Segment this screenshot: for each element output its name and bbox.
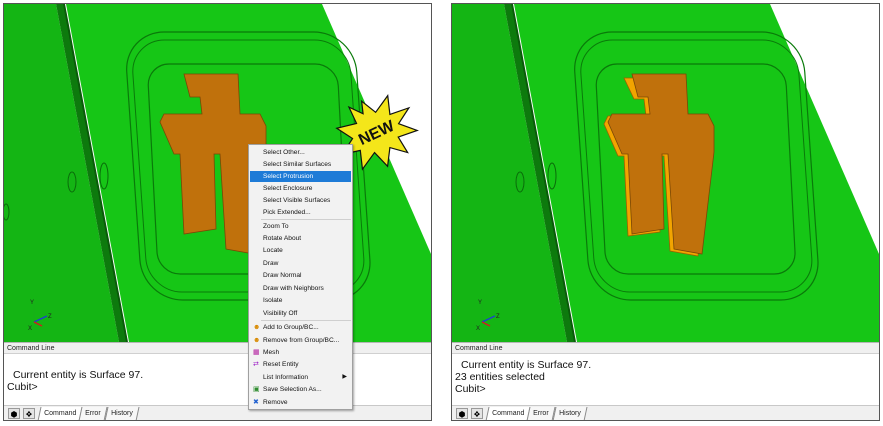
cubit-prompt[interactable]: Cubit> (7, 381, 38, 393)
menu-item-draw-normal[interactable]: Draw Normal (250, 270, 351, 281)
svg-text:Z: Z (496, 314, 500, 320)
menu-item-pick-extended[interactable]: Pick Extended... (250, 207, 351, 218)
graphics-viewport[interactable]: Y Z X NEW (4, 4, 431, 342)
tab-bar: ⬢ ❖ Command Error History (452, 405, 879, 420)
menu-item-locate[interactable]: Locate (250, 245, 351, 256)
menu-item-zoom-to[interactable]: Zoom To (250, 221, 351, 232)
submenu-arrow-icon: ▶ (342, 374, 347, 380)
menu-item-select-visible-surfaces[interactable]: Select Visible Surfaces (250, 195, 351, 206)
left-cubit-window: Y Z X NEW Command Line Current entity is… (3, 3, 432, 421)
reset-icon: ⇄ (253, 361, 259, 368)
menu-item-select-other[interactable]: Select Other... (250, 147, 351, 158)
svg-text:Y: Y (478, 300, 482, 306)
python-icon[interactable]: ❖ (471, 408, 483, 419)
svg-text:X: X (476, 326, 480, 332)
output-line: Current entity is Surface 97. (461, 359, 592, 371)
menu-separator (261, 219, 351, 220)
output-line: 23 entities selected (455, 371, 545, 383)
cubit-prompt[interactable]: Cubit> (455, 383, 486, 395)
menu-item-select-enclosure[interactable]: Select Enclosure (250, 183, 351, 194)
group-remove-icon: ☻ (253, 337, 261, 344)
graphics-viewport[interactable]: Y Z X (452, 4, 879, 342)
menu-item-remove-from-group[interactable]: ☻ Remove from Group/BC... (250, 335, 351, 346)
menu-item-rotate-about[interactable]: Rotate About (250, 233, 351, 244)
menu-item-visibility-off[interactable]: Visibility Off (250, 308, 351, 319)
menu-item-reset-entity[interactable]: ⇄ Reset Entity (250, 359, 351, 370)
command-line-header: Command Line (452, 342, 879, 354)
output-line: Current entity is Surface 97. (13, 369, 144, 381)
tab-history[interactable]: History (552, 407, 588, 420)
tab-history[interactable]: History (104, 407, 140, 420)
menu-item-list-information[interactable]: List Information ▶ (250, 372, 351, 383)
model-view[interactable]: Y Z X (452, 4, 879, 342)
command-output[interactable]: Current entity is Surface 97. Cubit> (4, 355, 431, 405)
svg-text:X: X (28, 326, 32, 332)
cubit-icon[interactable]: ⬢ (456, 408, 468, 419)
menu-item-isolate[interactable]: Isolate (250, 295, 351, 306)
mesh-icon: ▦ (253, 349, 260, 356)
model-view[interactable]: Y Z X NEW (4, 4, 431, 342)
group-add-icon: ☻ (253, 324, 261, 331)
menu-item-save-selection-as[interactable]: ▣ Save Selection As... (250, 384, 351, 395)
menu-separator (261, 320, 351, 321)
menu-item-select-protrusion[interactable]: Select Protrusion (250, 171, 351, 182)
remove-icon: ✖ (253, 399, 259, 406)
svg-text:Z: Z (48, 314, 52, 320)
svg-text:Y: Y (30, 300, 34, 306)
menu-item-remove[interactable]: ✖ Remove (250, 397, 351, 408)
menu-item-add-to-group[interactable]: ☻ Add to Group/BC... (250, 322, 351, 333)
menu-item-select-similar-surfaces[interactable]: Select Similar Surfaces (250, 159, 351, 170)
tab-bar: ⬢ ❖ Command Error History (4, 405, 431, 420)
context-menu: Select Other... Select Similar Surfaces … (248, 144, 353, 410)
menu-item-mesh[interactable]: ▦ Mesh (250, 347, 351, 358)
command-output[interactable]: Current entity is Surface 97. 23 entitie… (452, 355, 879, 405)
menu-item-draw-with-neighbors[interactable]: Draw with Neighbors (250, 283, 351, 294)
save-icon: ▣ (253, 386, 260, 393)
tab-command[interactable]: Command (485, 407, 531, 420)
python-icon[interactable]: ❖ (23, 408, 35, 419)
tab-command[interactable]: Command (37, 407, 83, 420)
right-cubit-window: Y Z X Command Line Current entity is Sur… (451, 3, 880, 421)
tab-error[interactable]: Error (526, 407, 556, 420)
command-line-header: Command Line (4, 342, 431, 354)
menu-item-draw[interactable]: Draw (250, 258, 351, 269)
cubit-icon[interactable]: ⬢ (8, 408, 20, 419)
tab-error[interactable]: Error (78, 407, 108, 420)
